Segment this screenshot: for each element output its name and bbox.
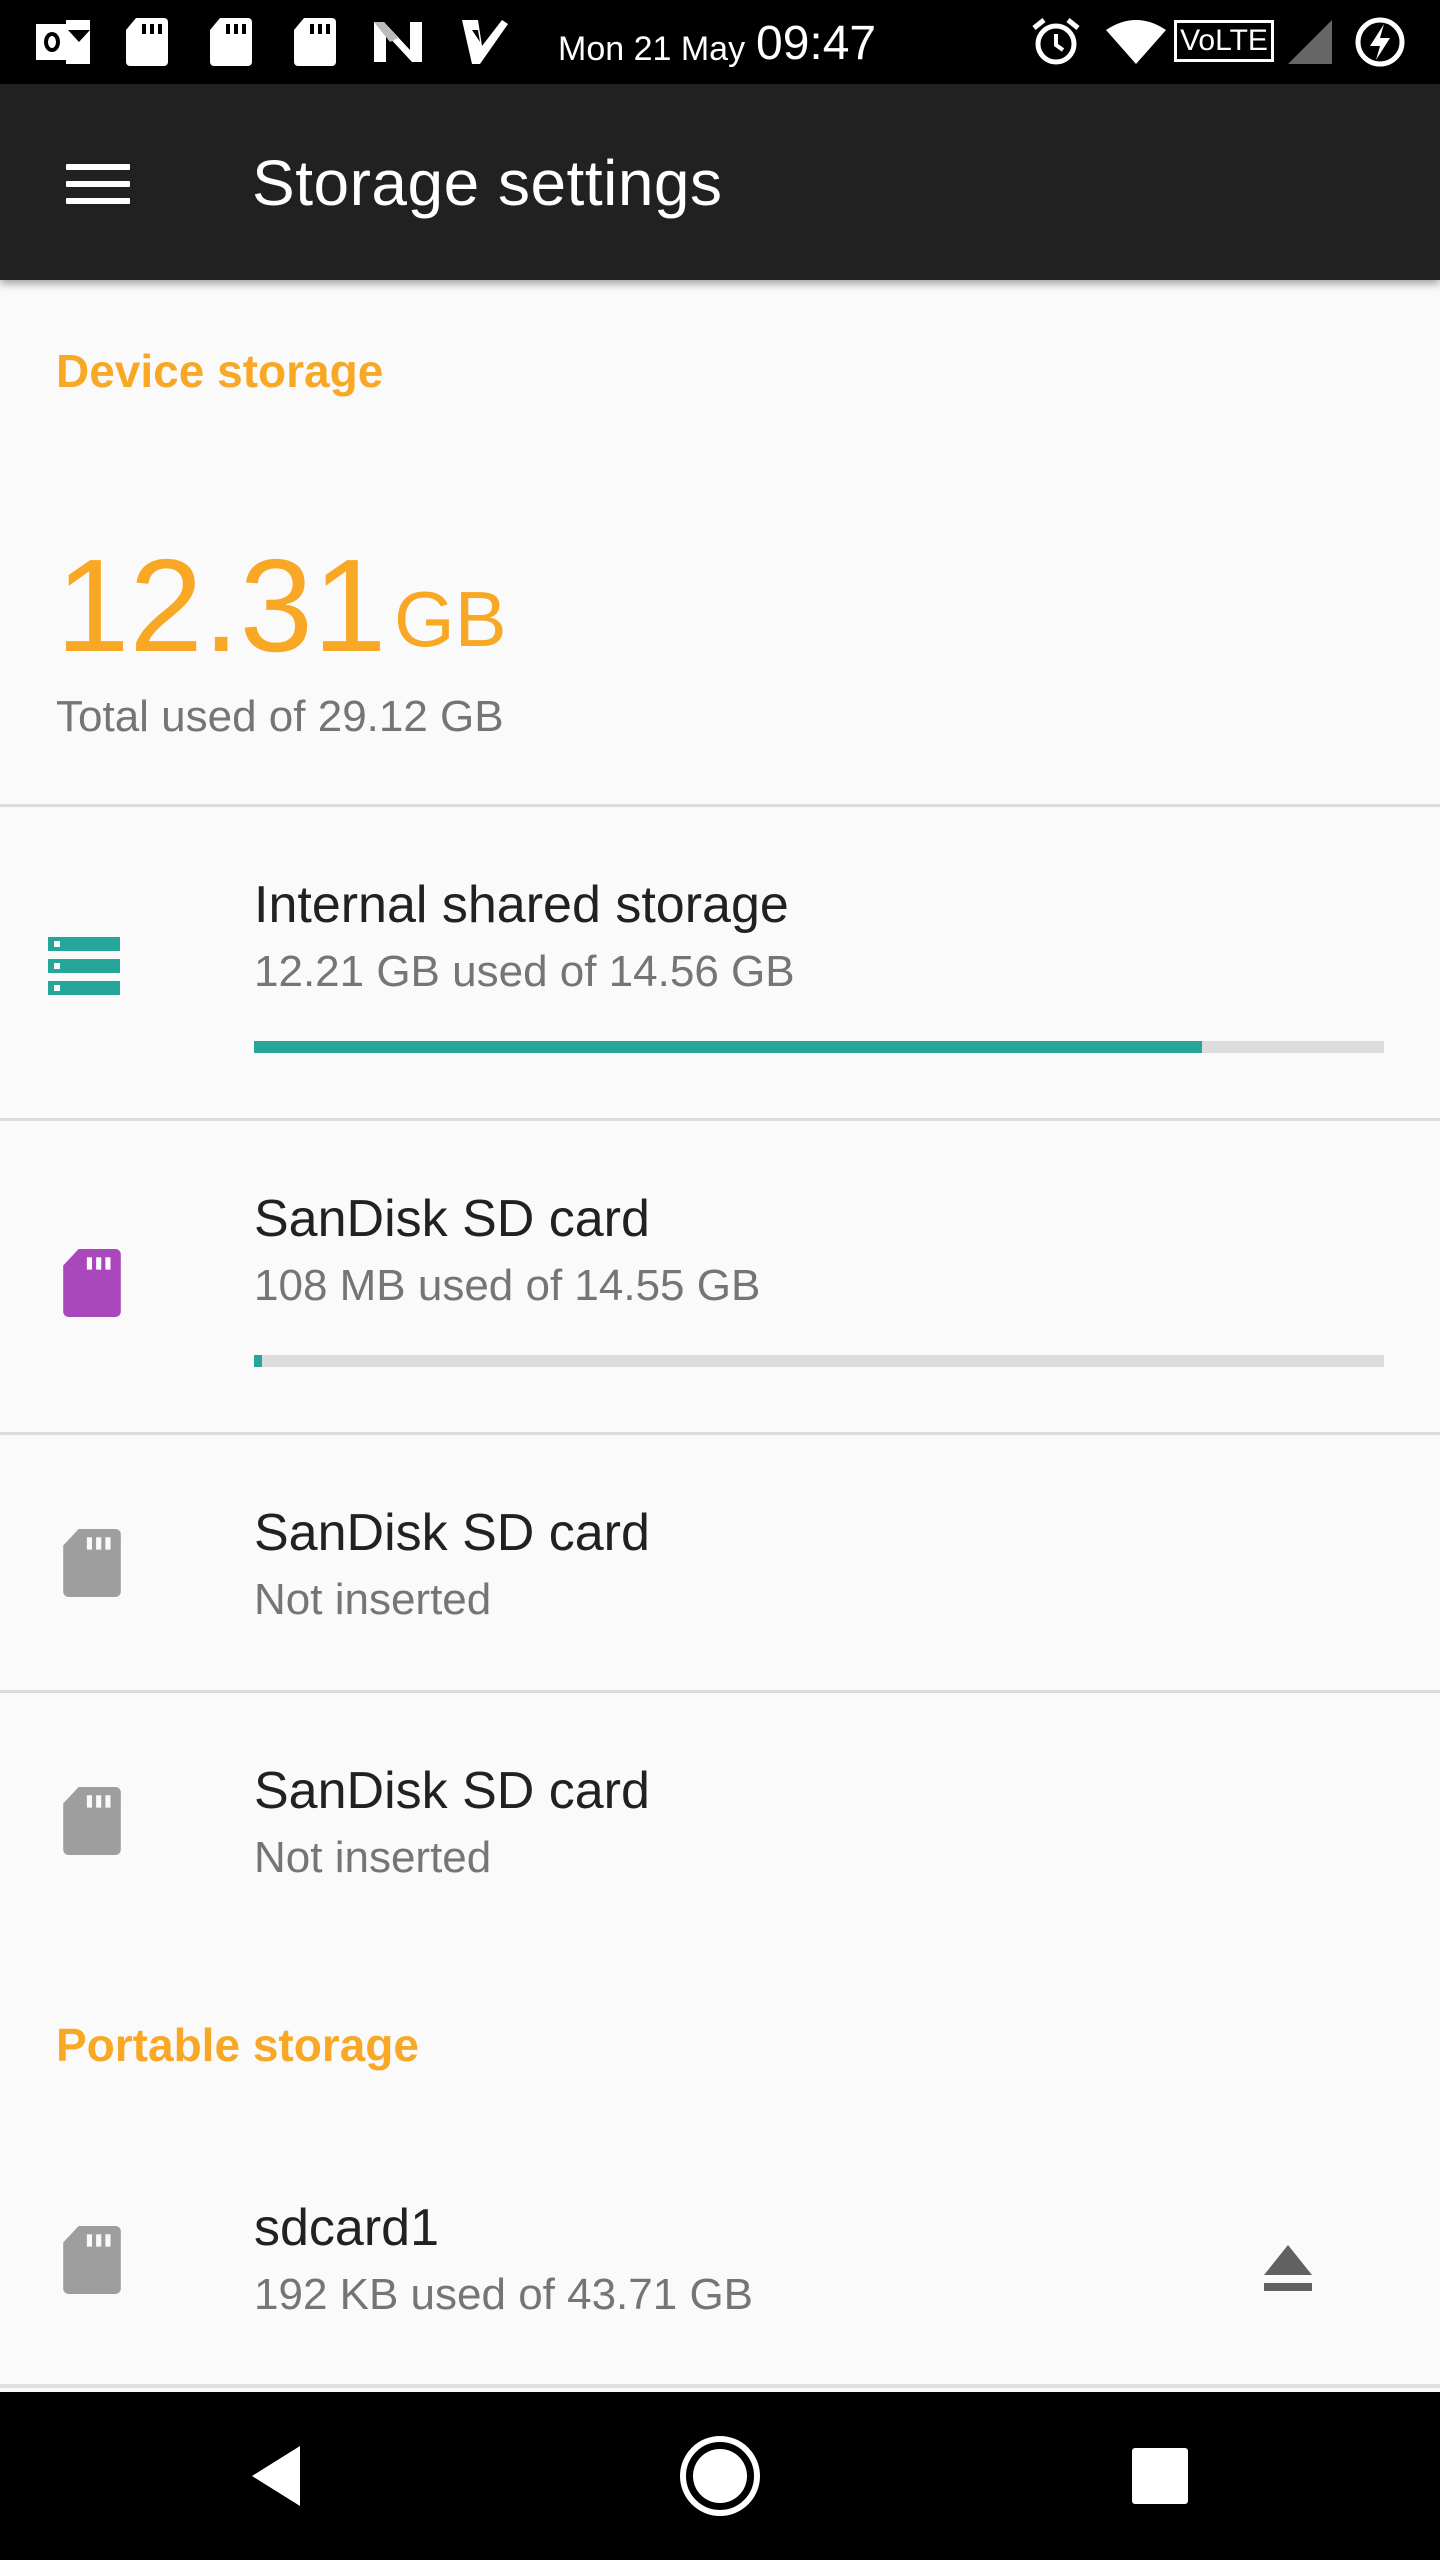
portable-storage-header: Portable storage <box>56 2019 419 2071</box>
sd-card-icon <box>63 1787 121 1855</box>
device-storage-header: Device storage <box>56 345 384 397</box>
volte-icon: VoLTE <box>1174 20 1274 62</box>
item-title: Internal shared storage <box>254 876 789 934</box>
alarm-icon <box>1032 18 1080 65</box>
eject-icon <box>1264 2245 1312 2291</box>
sd-card-icon <box>63 2226 121 2294</box>
item-subtitle: 108 MB used of 14.55 GB <box>254 1261 761 1310</box>
list-item-sandisk-sd-card[interactable]: SanDisk SD card Not inserted <box>0 1693 1440 1949</box>
sd-card-icon <box>126 18 168 66</box>
menu-icon[interactable] <box>40 136 156 232</box>
list-item-sdcard1[interactable]: sdcard1 192 KB used of 43.71 GB <box>0 2120 1440 2380</box>
item-title: sdcard1 <box>254 2199 439 2257</box>
sd-card-icon <box>63 1249 121 1317</box>
back-icon <box>252 2446 300 2506</box>
item-title: SanDisk SD card <box>254 1762 650 1820</box>
sd-card-icon <box>294 18 336 66</box>
page-title: Storage settings <box>252 147 723 219</box>
used-storage-unit: GB <box>394 575 507 663</box>
item-subtitle: 192 KB used of 43.71 GB <box>254 2270 754 2319</box>
home-icon <box>680 2436 760 2516</box>
volte-label: VoLTE <box>1180 24 1268 57</box>
back-button[interactable] <box>228 2426 328 2526</box>
status-bar: Mon 21 May 09:47 VoLTE <box>0 0 1440 84</box>
eject-button[interactable] <box>1236 2216 1340 2320</box>
total-used-text: Total used of 29.12 GB <box>56 692 504 741</box>
storage-progress-fill <box>254 1041 1202 1053</box>
recents-icon <box>1132 2448 1188 2504</box>
item-subtitle: Not inserted <box>254 1833 492 1882</box>
app-bar: Storage settings <box>0 84 1440 280</box>
storage-progress-fill <box>254 1355 263 1367</box>
storage-progress-bar <box>254 1041 1384 1053</box>
recents-button[interactable] <box>1110 2426 1210 2526</box>
outlook-icon <box>36 20 90 64</box>
status-date: Mon 21 May <box>558 30 746 68</box>
item-title: SanDisk SD card <box>254 1190 650 1248</box>
item-subtitle: Not inserted <box>254 1575 492 1624</box>
navigation-bar <box>0 2392 1440 2560</box>
battery-charging-icon <box>1355 17 1405 67</box>
list-item-sandisk-sd-card[interactable]: SanDisk SD card 108 MB used of 14.55 GB <box>0 1121 1440 1433</box>
item-subtitle: 12.21 GB used of 14.56 GB <box>254 947 795 996</box>
sd-card-icon <box>63 1529 121 1597</box>
storage-progress-bar <box>254 1355 1384 1367</box>
sd-card-icon <box>210 18 252 66</box>
storage-icon <box>48 937 120 995</box>
wifi-icon <box>1106 20 1166 64</box>
signal-icon <box>1288 20 1332 64</box>
list-item-internal-storage[interactable]: Internal shared storage 12.21 GB used of… <box>0 807 1440 1119</box>
home-button[interactable] <box>670 2426 770 2526</box>
n-app-icon <box>374 22 422 62</box>
item-title: SanDisk SD card <box>254 1504 650 1562</box>
divider <box>0 2384 1440 2388</box>
list-item-sandisk-sd-card[interactable]: SanDisk SD card Not inserted <box>0 1435 1440 1691</box>
status-time: 09:47 <box>756 17 877 70</box>
check-app-icon <box>462 20 508 64</box>
used-storage-value: 12.31 <box>56 532 387 679</box>
